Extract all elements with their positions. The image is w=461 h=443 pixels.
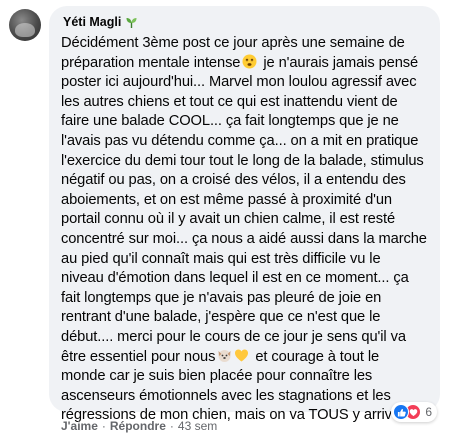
comment-line: rentrant d'une balade, j'espère que ce n… [61, 309, 381, 326]
comment-line: fait longtemps que je n'avais pas pleuré… [61, 289, 382, 306]
comment-line: faire une balade COOL... ça fait longtem… [61, 113, 399, 130]
comment-line: poster ici aujourd'hui... Marvel mon lou… [61, 74, 417, 91]
timestamp[interactable]: 43 sem [178, 419, 217, 433]
reaction-count: 6 [425, 405, 432, 419]
like-link[interactable]: J'aime [61, 419, 98, 433]
comment-line: aboiements, et on est même passé à proxi… [61, 191, 392, 208]
comment-line: les autres chiens et tout ce qui est ina… [61, 93, 398, 110]
dizzy-face-emoji [242, 54, 257, 69]
comment-actions: J'aime · Répondre · 43 sem [61, 419, 217, 433]
reaction-summary[interactable]: 6 [391, 402, 437, 422]
reply-link[interactable]: Répondre [110, 419, 166, 433]
separator-dot: · [101, 419, 106, 433]
comment-line: je n'aurais jamais pensé [259, 54, 419, 71]
yellow-heart-emoji [234, 348, 249, 363]
comment-line: préparation mentale intense [61, 54, 241, 71]
comment-author[interactable]: Yéti Magli [63, 15, 121, 29]
comment-bubble: Yéti Magli Décidément 3ème post ce jour … [49, 6, 440, 423]
comment-line: Décidément 3ème post ce jour après une s… [61, 35, 405, 51]
comment-line: portail connu où il y avait un chien cal… [61, 211, 396, 228]
comment-line: l'avais pas vu détendu comme ça... on a … [61, 132, 419, 149]
comment-line: être essentiel pour nous [61, 348, 216, 365]
comment-line: monde car je suis bien placée pour conna… [61, 368, 373, 385]
comment-line: négatif ou pas, on a croisé des vélos, i… [61, 172, 406, 189]
comment-line: début.... merci pour le cours de ce jour… [61, 328, 406, 345]
plant-badge-icon[interactable] [125, 16, 138, 29]
dog-face-emoji [217, 348, 232, 363]
comment-line: ascenseurs émotionnels avec les stagnati… [61, 387, 391, 404]
comment-line: au pied qu'il connaît mais qui est très … [61, 250, 381, 267]
comment-text: Décidément 3ème post ce jour après une s… [61, 34, 428, 426]
comment-line: niveau d'émotion dans lequel il est en c… [61, 270, 409, 287]
avatar[interactable] [9, 9, 41, 41]
comment-author-row: Yéti Magli [63, 14, 428, 30]
comment-line: et courage à tout le [251, 348, 380, 365]
comment-line: concentré sur moi... ça nous a aidé auss… [61, 230, 427, 247]
separator-dot: · [169, 419, 174, 433]
comment-line: l'exercice du demi tour tout le long de … [61, 152, 424, 169]
